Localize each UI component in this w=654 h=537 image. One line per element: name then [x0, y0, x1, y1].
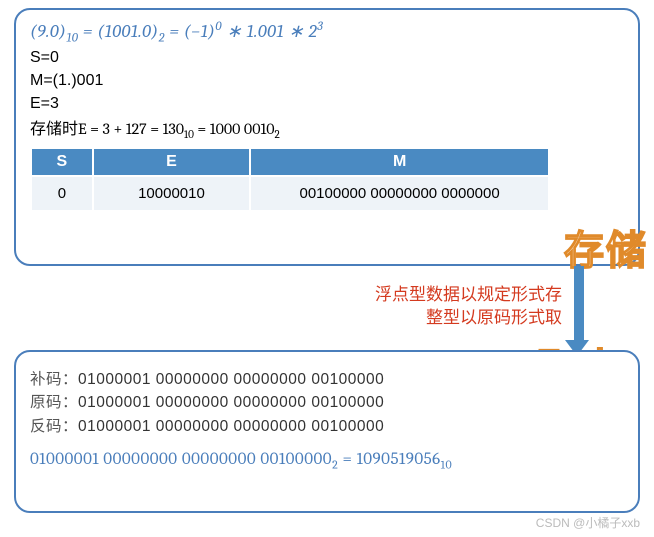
inverse-row: 反码：01000001 00000000 00000000 00100000 [30, 415, 624, 438]
fetch-panel: 补码：01000001 00000000 00000000 00100000 原… [14, 350, 640, 513]
m-line: M=(1.)001 [30, 69, 624, 92]
sem-table: S E M 0 10000010 00100000 00000000 00000… [30, 147, 550, 212]
th-s: S [31, 148, 93, 176]
th-e: E [93, 148, 251, 176]
s-line: S=0 [30, 46, 624, 69]
original-row: 原码：01000001 00000000 00000000 00100000 [30, 391, 624, 414]
result-line: 01000001 00000000 00000000 001000002 = 1… [30, 450, 624, 471]
td-s: 0 [31, 176, 93, 211]
storage-panel: (9.0)10 = (1001.0)2 = (−1)0 ∗ 1.001 ∗ 23… [14, 8, 640, 266]
arrow-annotation: 浮点型数据以规定形式存 整型以原码形式取 [375, 284, 562, 330]
main-formula: (9.0)10 = (1001.0)2 = (−1)0 ∗ 1.001 ∗ 23 [30, 20, 624, 46]
e-line: E=3 [30, 92, 624, 115]
td-e: 10000010 [93, 176, 251, 211]
code-lines: 补码：01000001 00000000 00000000 00100000 原… [30, 368, 624, 438]
store-e-line: 存储时E = 3 + 127 = 13010 = 1000 00102 [30, 115, 624, 141]
arrow-text-line2: 整型以原码形式取 [375, 307, 562, 330]
arrow-text-line1: 浮点型数据以规定形式存 [375, 284, 562, 307]
th-m: M [250, 148, 549, 176]
td-m: 00100000 00000000 0000000 [250, 176, 549, 211]
watermark: CSDN @小橘子xxb [536, 514, 640, 531]
complement-row: 补码：01000001 00000000 00000000 00100000 [30, 368, 624, 391]
table-row: 0 10000010 00100000 00000000 0000000 [31, 176, 549, 211]
